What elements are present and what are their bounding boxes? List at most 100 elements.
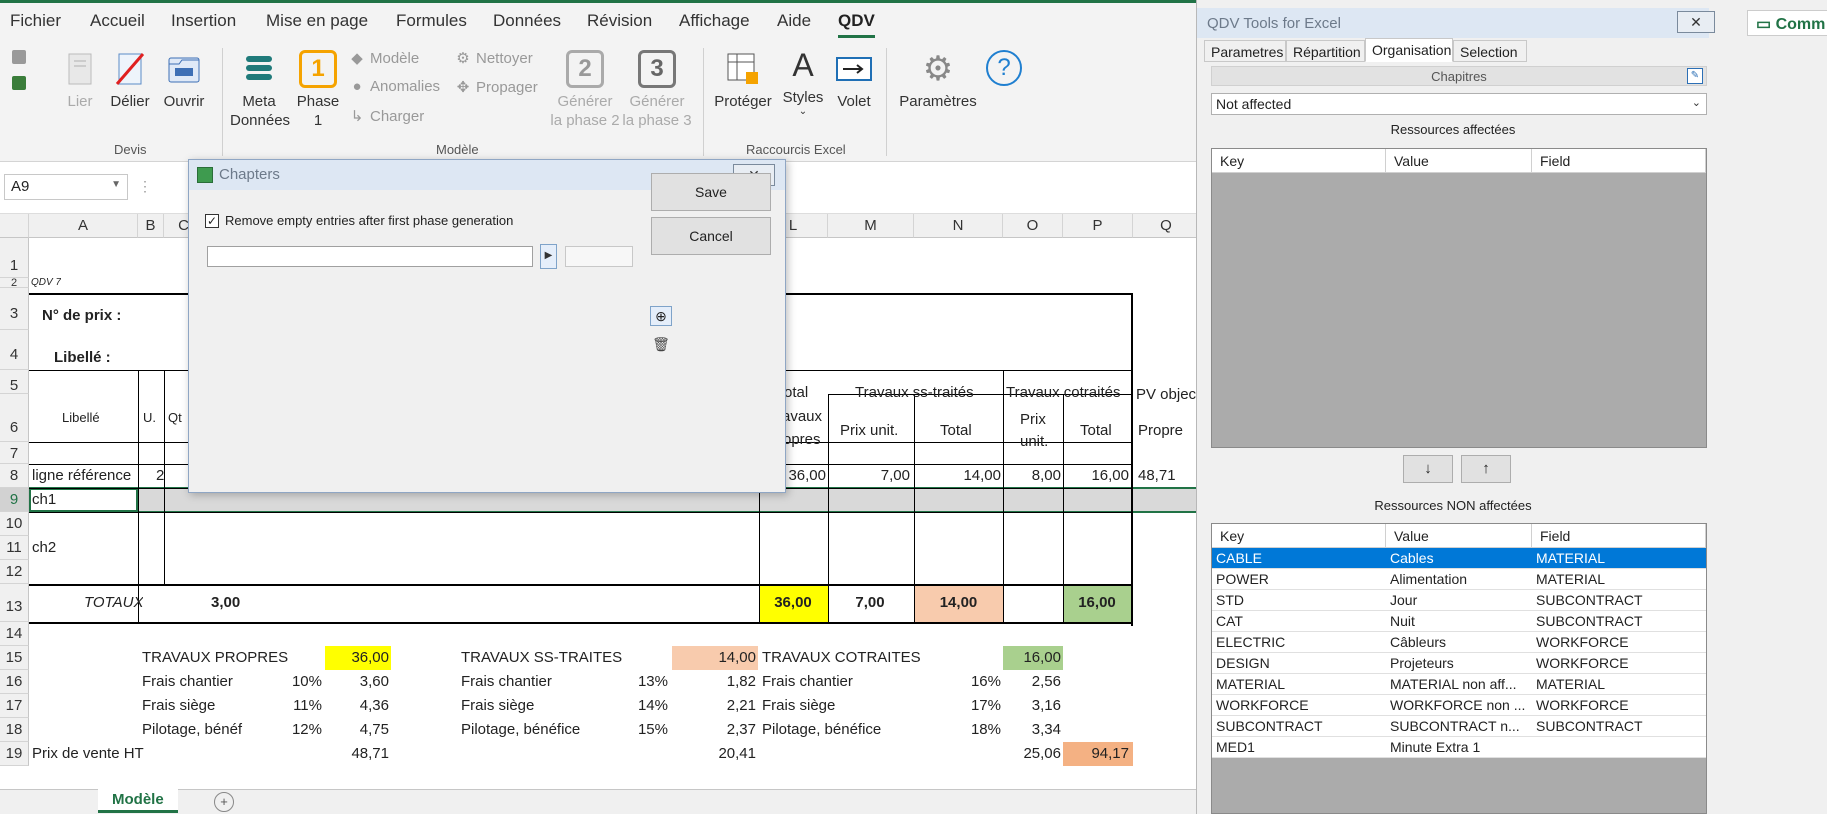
cell-value: Projeteurs	[1390, 655, 1454, 671]
row-header-5[interactable]: 5	[0, 370, 29, 394]
close-icon[interactable]: ✕	[1677, 11, 1715, 33]
tab-parametres[interactable]: Parametres	[1204, 40, 1286, 62]
row-header-14[interactable]: 14	[0, 622, 29, 646]
col-header-n[interactable]: N	[914, 214, 1003, 238]
chapter-select[interactable]: Not affected ⌄	[1211, 93, 1707, 115]
table-row[interactable]: ELECTRIC Câbleurs WORKFORCE	[1212, 632, 1706, 653]
row-header-9[interactable]: 9	[0, 488, 29, 512]
col-header-m[interactable]: M	[828, 214, 914, 238]
table-row[interactable]: CAT Nuit SUBCONTRACT	[1212, 611, 1706, 632]
col-value[interactable]: Value	[1386, 149, 1532, 173]
tab-formules[interactable]: Formules	[396, 11, 467, 31]
chapter-ch2[interactable]: ch2	[32, 539, 56, 556]
non-affected-resources-grid[interactable]: Key Value Field CABLE Cables MATERIAL POWER…	[1211, 523, 1707, 814]
cube-icon[interactable]	[12, 50, 26, 64]
row-header-3[interactable]: 3	[0, 288, 29, 330]
modele-button[interactable]: ◆ Modèle	[350, 49, 419, 67]
proteger-button[interactable]: Protéger	[712, 50, 774, 111]
row-header-2[interactable]: 2	[0, 278, 29, 289]
row-header-13[interactable]: 13	[0, 584, 29, 622]
row-header-4[interactable]: 4	[0, 330, 29, 370]
table-row[interactable]: WORKFORCE WORKFORCE non ... WORKFORCE	[1212, 695, 1706, 716]
tab-mise-en-page[interactable]: Mise en page	[266, 11, 368, 31]
tab-affichage[interactable]: Affichage	[679, 11, 750, 31]
row-header-19[interactable]: 19	[0, 742, 29, 766]
col-value[interactable]: Value	[1386, 524, 1532, 548]
tab-aide[interactable]: Aide	[777, 11, 811, 31]
tab-insertion[interactable]: Insertion	[171, 11, 236, 31]
ouvrir-button[interactable]: Ouvrir	[160, 50, 208, 111]
tab-qdv[interactable]: QDV	[838, 11, 875, 38]
charger-button[interactable]: ↳ Charger	[350, 107, 425, 125]
save-button[interactable]: Save	[651, 173, 771, 211]
col-field[interactable]: Field	[1532, 524, 1706, 548]
delete-trash-icon[interactable]: 🗑	[650, 335, 672, 355]
tab-selection[interactable]: Selection	[1453, 40, 1527, 62]
col-header-o[interactable]: O	[1003, 214, 1063, 238]
row-header-18[interactable]: 18	[0, 718, 29, 742]
meta-donnees-button[interactable]: Meta Données	[230, 50, 290, 130]
table-row[interactable]: DESIGN Projeteurs WORKFORCE	[1212, 653, 1706, 674]
table-row[interactable]: POWER Alimentation MATERIAL	[1212, 569, 1706, 590]
row-header-1[interactable]: 1	[0, 238, 29, 278]
table-row[interactable]: STD Jour SUBCONTRACT	[1212, 590, 1706, 611]
nettoyer-button[interactable]: ⚙ Nettoyer	[456, 49, 532, 67]
tab-repartition[interactable]: Répartition	[1286, 40, 1365, 62]
table-row[interactable]: CABLE Cables MATERIAL	[1212, 548, 1706, 569]
col-header-b[interactable]: B	[138, 214, 164, 238]
tab-revision[interactable]: Révision	[587, 11, 652, 31]
tab-organisation[interactable]: Organisation	[1365, 38, 1453, 62]
row-header-10[interactable]: 10	[0, 512, 29, 536]
delier-button[interactable]: Délier	[108, 50, 152, 111]
col-key[interactable]: Key	[1212, 149, 1386, 173]
row-header-12[interactable]: 12	[0, 560, 29, 584]
volet-button[interactable]: Volet	[832, 50, 876, 111]
propager-button[interactable]: ✥ Propager	[456, 78, 538, 96]
affected-resources-grid[interactable]: Key Value Field	[1211, 148, 1707, 448]
row-header-17[interactable]: 17	[0, 694, 29, 718]
row-header-8[interactable]: 8	[0, 464, 29, 488]
phase1-button[interactable]: 1 Phase 1	[296, 50, 340, 130]
chapter-name-input[interactable]	[207, 246, 533, 267]
total-n: 14,00	[939, 594, 978, 611]
row-header-7[interactable]: 7	[0, 442, 29, 464]
col-header-a[interactable]: A	[29, 214, 138, 238]
select-all-corner[interactable]	[0, 214, 29, 238]
row-header-11[interactable]: 11	[0, 536, 29, 560]
generer-phase2-button[interactable]: 2 Générer la phase 2	[548, 50, 622, 130]
chapter-code-input[interactable]	[565, 246, 633, 267]
help-button[interactable]: ?	[984, 50, 1024, 90]
comments-button[interactable]: ▭ Comm	[1747, 10, 1827, 36]
col-key[interactable]: Key	[1212, 524, 1386, 548]
table-row[interactable]: MED1 Minute Extra 1	[1212, 737, 1706, 758]
row-header-6[interactable]: 6	[0, 394, 29, 442]
col-header-q[interactable]: Q	[1133, 214, 1200, 238]
add-sheet-icon[interactable]: +	[214, 792, 234, 812]
sheet-tab-modele[interactable]: Modèle	[98, 789, 178, 813]
add-chapter-icon[interactable]: ⊕	[650, 306, 672, 326]
arrow-down-icon[interactable]: ↓	[1403, 455, 1453, 483]
row8-p: 16,00	[1091, 467, 1129, 484]
remove-empty-checkbox[interactable]: ✓	[205, 214, 219, 228]
table-row[interactable]: SUBCONTRACT SUBCONTRACT n... SUBCONTRACT	[1212, 716, 1706, 737]
edit-icon[interactable]: ✎	[1687, 68, 1703, 84]
tab-fichier[interactable]: Fichier	[10, 11, 61, 31]
parametres-button[interactable]: ⚙ Paramètres	[898, 50, 978, 111]
col-field[interactable]: Field	[1532, 149, 1706, 173]
chevron-right-icon[interactable]: ▶	[540, 244, 557, 269]
generer-phase3-button[interactable]: 3 Générer la phase 3	[620, 50, 694, 130]
tab-donnees[interactable]: Données	[493, 11, 561, 31]
row-header-15[interactable]: 15	[0, 646, 29, 670]
styles-button[interactable]: A Styles ⌄	[778, 46, 828, 117]
anomalies-button[interactable]: ● Anomalies	[350, 78, 440, 95]
robot-icon[interactable]	[12, 76, 26, 90]
col-header-p[interactable]: P	[1063, 214, 1133, 238]
table-row[interactable]: MATERIAL MATERIAL non aff... MATERIAL	[1212, 674, 1706, 695]
row-header-16[interactable]: 16	[0, 670, 29, 694]
lier-button[interactable]: Lier	[60, 50, 100, 111]
name-box[interactable]: A9 ▼	[4, 174, 128, 200]
tab-accueil[interactable]: Accueil	[90, 11, 145, 31]
arrow-up-icon[interactable]: ↑	[1461, 455, 1511, 483]
cancel-button[interactable]: Cancel	[651, 217, 771, 255]
chapter-ch1[interactable]: ch1	[32, 491, 56, 508]
